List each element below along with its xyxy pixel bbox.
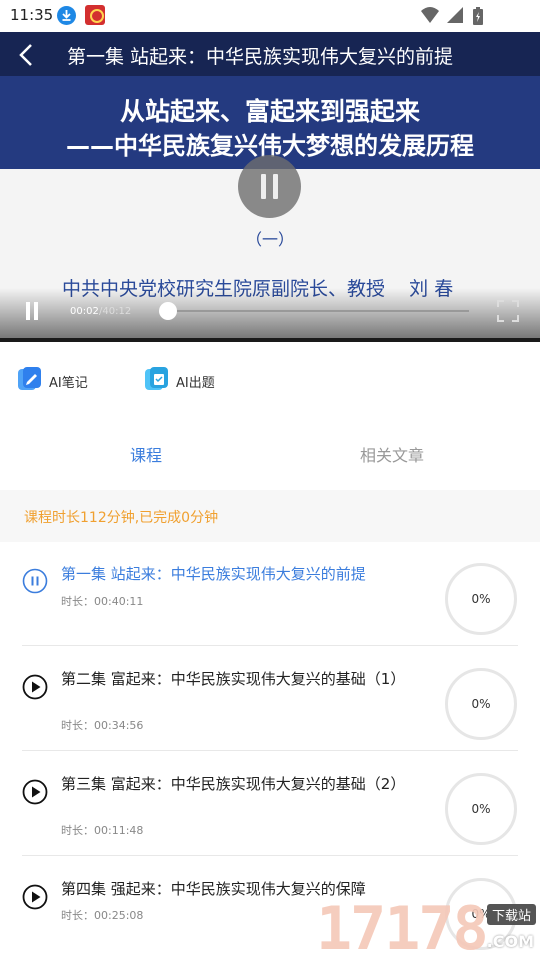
ai-quiz-label: AI出题 <box>176 376 215 391</box>
lesson-progress: 0% <box>471 592 491 606</box>
lesson-play-icon[interactable] <box>22 674 48 700</box>
lesson-item[interactable]: 第二集 富起来：中华民族实现伟大复兴的基础（1） 时长：00:34:56 0% <box>0 646 540 751</box>
lesson-title: 第一集 站起来：中华民族实现伟大复兴的前提 <box>61 565 366 583</box>
back-arrow-icon[interactable] <box>14 42 40 68</box>
video-player[interactable]: 第一集 站起来：中华民族实现伟大复兴的前提 从站起来、富起来到强起来 ——中华民… <box>0 32 540 342</box>
signal-icon <box>447 7 463 23</box>
total-time: /40:12 <box>99 306 132 317</box>
status-bar: 11:35 <box>0 0 540 32</box>
app-notification-icon <box>85 5 105 25</box>
lesson-item[interactable]: 第三集 富起来：中华民族实现伟大复兴的基础（2） 时长：00:11:48 0% <box>0 751 540 856</box>
pause-button[interactable] <box>24 302 40 320</box>
progress-track[interactable] <box>166 310 469 312</box>
ai-notes-label: AI笔记 <box>49 376 88 391</box>
ai-notes-icon <box>18 367 41 390</box>
current-time: 00:02 <box>70 306 99 317</box>
lesson-progress-ring: 0% <box>445 563 517 635</box>
lesson-title: 第二集 富起来：中华民族实现伟大复兴的基础（1） <box>61 670 406 688</box>
wifi-icon <box>421 7 439 23</box>
tab-related-articles[interactable]: 相关文章 <box>360 442 424 466</box>
lesson-pause-icon[interactable] <box>22 568 48 594</box>
battery-icon <box>473 7 483 25</box>
site-watermark: 17178 下载站 .COM <box>316 898 540 960</box>
lesson-play-icon[interactable] <box>22 779 48 805</box>
lesson-duration: 时长：00:25:08 <box>61 909 144 922</box>
ai-quiz-icon <box>145 367 168 390</box>
progress-thumb[interactable] <box>159 302 177 320</box>
lesson-duration: 时长：00:34:56 <box>61 719 144 732</box>
lesson-progress-ring: 0% <box>445 773 517 845</box>
lesson-duration: 时长：00:40:11 <box>61 595 144 608</box>
watermark-number: 17178 <box>316 894 489 960</box>
lesson-item[interactable]: 第一集 站起来：中华民族实现伟大复兴的前提 时长：00:40:11 0% <box>0 541 540 646</box>
tab-course[interactable]: 课程 <box>130 442 162 466</box>
watermark-tag: 下载站 <box>486 904 536 925</box>
video-title: 第一集 站起来：中华民族实现伟大复兴的前提 <box>67 46 454 68</box>
lesson-progress-ring: 0% <box>445 668 517 740</box>
download-icon <box>57 6 76 25</box>
lesson-progress: 0% <box>471 802 491 816</box>
fullscreen-icon[interactable] <box>496 299 520 323</box>
lesson-duration: 时长：00:11:48 <box>61 824 144 837</box>
slide-part: （一） <box>245 230 294 249</box>
status-time: 11:35 <box>10 6 54 24</box>
center-pause-button[interactable] <box>238 155 301 218</box>
lesson-title: 第三集 富起来：中华民族实现伟大复兴的基础（2） <box>61 775 406 793</box>
lesson-progress: 0% <box>471 697 491 711</box>
video-bottom-edge <box>0 338 540 342</box>
watermark-domain: .COM <box>486 932 534 951</box>
lesson-play-icon[interactable] <box>22 884 48 910</box>
slide-heading: 从站起来、富起来到强起来 <box>119 97 420 126</box>
course-summary: 课程时长112分钟,已完成0分钟 <box>24 510 219 526</box>
